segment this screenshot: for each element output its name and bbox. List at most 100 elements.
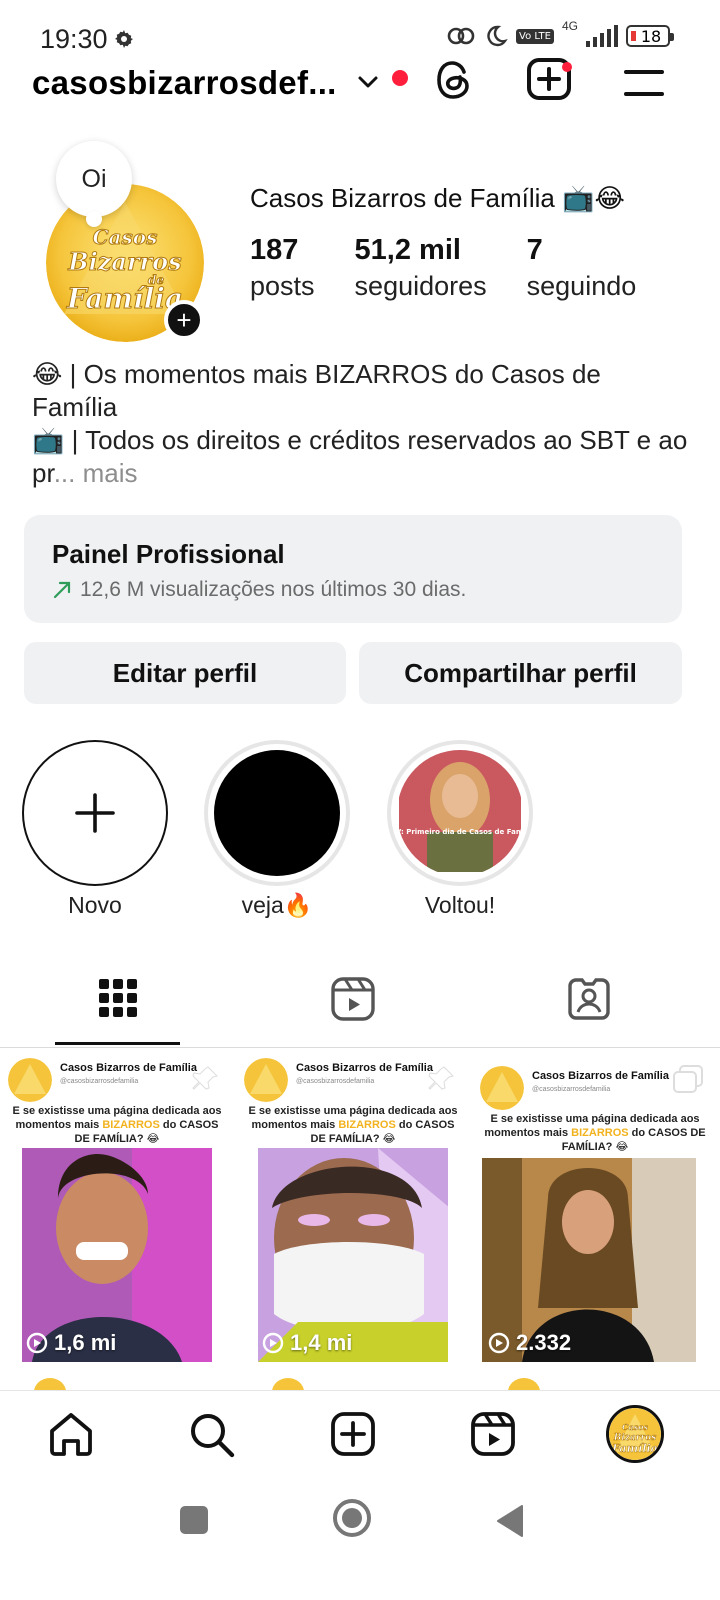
- link-icon: [447, 27, 475, 45]
- post-account-logo: [8, 1058, 52, 1102]
- highlight-voltou[interactable]: POV: Primeiro dia de Casos de Família Vo…: [387, 740, 533, 919]
- post-views: 2.332: [488, 1330, 571, 1356]
- settings-gear-icon: [115, 30, 133, 48]
- system-navigation: [0, 1480, 720, 1600]
- post-caption: E se existisse uma página dedicada aos m…: [484, 1112, 706, 1154]
- stat-label: seguidores: [354, 271, 487, 301]
- highlight-new[interactable]: Novo: [22, 740, 168, 919]
- threads-icon[interactable]: [434, 58, 474, 102]
- back-icon[interactable]: [494, 1504, 526, 1538]
- add-story-button[interactable]: +: [164, 300, 204, 340]
- carousel-icon: [673, 1065, 703, 1093]
- caption-highlight: BIZARROS: [338, 1119, 396, 1131]
- highlight-circle: [204, 740, 350, 886]
- battery-level: 18: [640, 26, 662, 46]
- profile-avatar-nav[interactable]: Casos Bizarros Família: [606, 1405, 664, 1463]
- dashboard-title: Painel Profissional: [52, 539, 285, 569]
- moon-icon: [487, 25, 508, 47]
- bio-more-link[interactable]: mais: [83, 458, 138, 488]
- edit-profile-button[interactable]: Editar perfil: [24, 642, 346, 704]
- views-icon: [262, 1332, 284, 1354]
- menu-icon[interactable]: [624, 68, 664, 98]
- post-caption: E se existisse uma página dedicada aos m…: [248, 1104, 458, 1146]
- grid-icon[interactable]: [98, 976, 138, 1020]
- views-icon: [26, 1332, 48, 1354]
- home-icon[interactable]: [48, 1411, 94, 1457]
- create-icon[interactable]: [330, 1411, 376, 1457]
- views-count: 1,6 mi: [54, 1330, 117, 1355]
- display-name: Casos Bizarros de Família 📺😂: [250, 183, 625, 213]
- post-account-logo: [480, 1066, 524, 1110]
- highlight-cover: POV: Primeiro dia de Casos de Família: [397, 750, 523, 876]
- stat-value: 187: [250, 234, 299, 266]
- search-icon[interactable]: [188, 1411, 236, 1459]
- reels-icon[interactable]: [470, 1411, 516, 1457]
- post-account-name: Casos Bizarros de Família: [296, 1062, 433, 1074]
- status-icons: Vo LTE 4G 18: [446, 19, 674, 48]
- dashboard-subtitle: 12,6 M visualizações nos últimos 30 dias…: [52, 578, 654, 602]
- grid-post[interactable]: Casos Bizarros de Família @casosbizarros…: [236, 1048, 472, 1362]
- post-account-handle: @casosbizarrosdefamilia: [60, 1078, 139, 1085]
- home-button-icon[interactable]: [332, 1498, 372, 1538]
- share-profile-button[interactable]: Compartilhar perfil: [359, 642, 682, 704]
- pin-icon: [192, 1066, 218, 1090]
- recents-icon[interactable]: [178, 1504, 210, 1536]
- highlight-circle: POV: Primeiro dia de Casos de Família: [387, 740, 533, 886]
- next-row-logo: [32, 1376, 68, 1390]
- highlight-label: Voltou!: [424, 892, 496, 918]
- new-highlight-circle: [22, 740, 168, 886]
- post-views: 1,6 mi: [26, 1330, 116, 1356]
- caption-highlight: BIZARROS: [571, 1127, 629, 1139]
- nav-avatar-text-3: Família: [611, 1442, 658, 1455]
- username[interactable]: casosbizarrosdef...: [32, 64, 337, 102]
- stat-following[interactable]: 7 seguindo: [527, 234, 637, 302]
- stat-value: 51,2 mil: [354, 234, 461, 266]
- trend-up-icon: [53, 581, 71, 599]
- bio-ellipsis: ...: [53, 458, 76, 488]
- stat-label: posts: [250, 271, 315, 301]
- post-account-handle: @casosbizarrosdefamilia: [296, 1078, 375, 1085]
- bio: 😂 | Os momentos mais BIZARROS do Casos d…: [32, 358, 692, 490]
- nav-avatar-text-1: Casos: [622, 1422, 648, 1432]
- highlight-label: veja🔥: [241, 892, 313, 918]
- profile-stats: 187 posts 51,2 mil seguidores 7 seguindo: [250, 234, 636, 302]
- bottom-navigation: Casos Bizarros Família: [0, 1390, 720, 1480]
- profile-header: casosbizarrosdef...: [0, 58, 720, 118]
- volte-badge: Vo LTE: [516, 28, 554, 44]
- stat-value: 7: [526, 234, 543, 266]
- note-bubble[interactable]: Oi: [56, 141, 132, 227]
- network-type: 4G: [561, 19, 578, 33]
- caption-highlight: BIZARROS: [102, 1119, 160, 1131]
- dashboard-views: 12,6 M visualizações nos últimos 30 dias…: [80, 578, 467, 601]
- chevron-down-icon[interactable]: [356, 70, 380, 94]
- views-count: 1,4 mi: [290, 1330, 353, 1355]
- active-tab-indicator: [55, 1042, 180, 1045]
- stat-label: seguindo: [526, 271, 637, 301]
- profile-tabs: [0, 958, 720, 1048]
- views-count: 2.332: [516, 1330, 572, 1355]
- pin-icon: [428, 1066, 454, 1090]
- highlight-cover: [214, 750, 340, 876]
- post-caption: E se existisse uma página dedicada aos m…: [12, 1104, 222, 1146]
- post-account-name: Casos Bizarros de Família: [532, 1070, 669, 1082]
- avatar-text-1: Casos: [93, 225, 158, 249]
- create-notification-dot: [562, 62, 572, 72]
- tagged-icon[interactable]: [566, 976, 612, 1022]
- post-views: 1,4 mi: [262, 1330, 352, 1356]
- stat-posts[interactable]: 187 posts: [250, 234, 315, 302]
- professional-dashboard[interactable]: Painel Profissional 12,6 M visualizações…: [24, 515, 682, 623]
- grid-post[interactable]: Casos Bizarros de Família @casosbizarros…: [0, 1048, 236, 1362]
- bio-line-1: 😂 | Os momentos mais BIZARROS do Casos d…: [32, 359, 601, 422]
- grid-post[interactable]: Casos Bizarros de Família @casosbizarros…: [472, 1048, 720, 1362]
- status-time: 19:30: [40, 24, 108, 54]
- post-account-name: Casos Bizarros de Família: [60, 1062, 197, 1074]
- highlight-overlay-text: POV: Primeiro dia de Casos de Família: [399, 828, 521, 836]
- notification-dot: [392, 70, 408, 86]
- highlight-veja[interactable]: veja🔥: [204, 740, 350, 919]
- note-text: Oi: [81, 164, 107, 193]
- views-icon: [488, 1332, 510, 1354]
- reels-icon[interactable]: [330, 976, 376, 1022]
- post-account-handle: @casosbizarrosdefamilia: [532, 1086, 611, 1093]
- stat-followers[interactable]: 51,2 mil seguidores: [355, 234, 487, 302]
- bio-line-2: 📺 | Todos os direitos e créditos reserva…: [32, 424, 692, 490]
